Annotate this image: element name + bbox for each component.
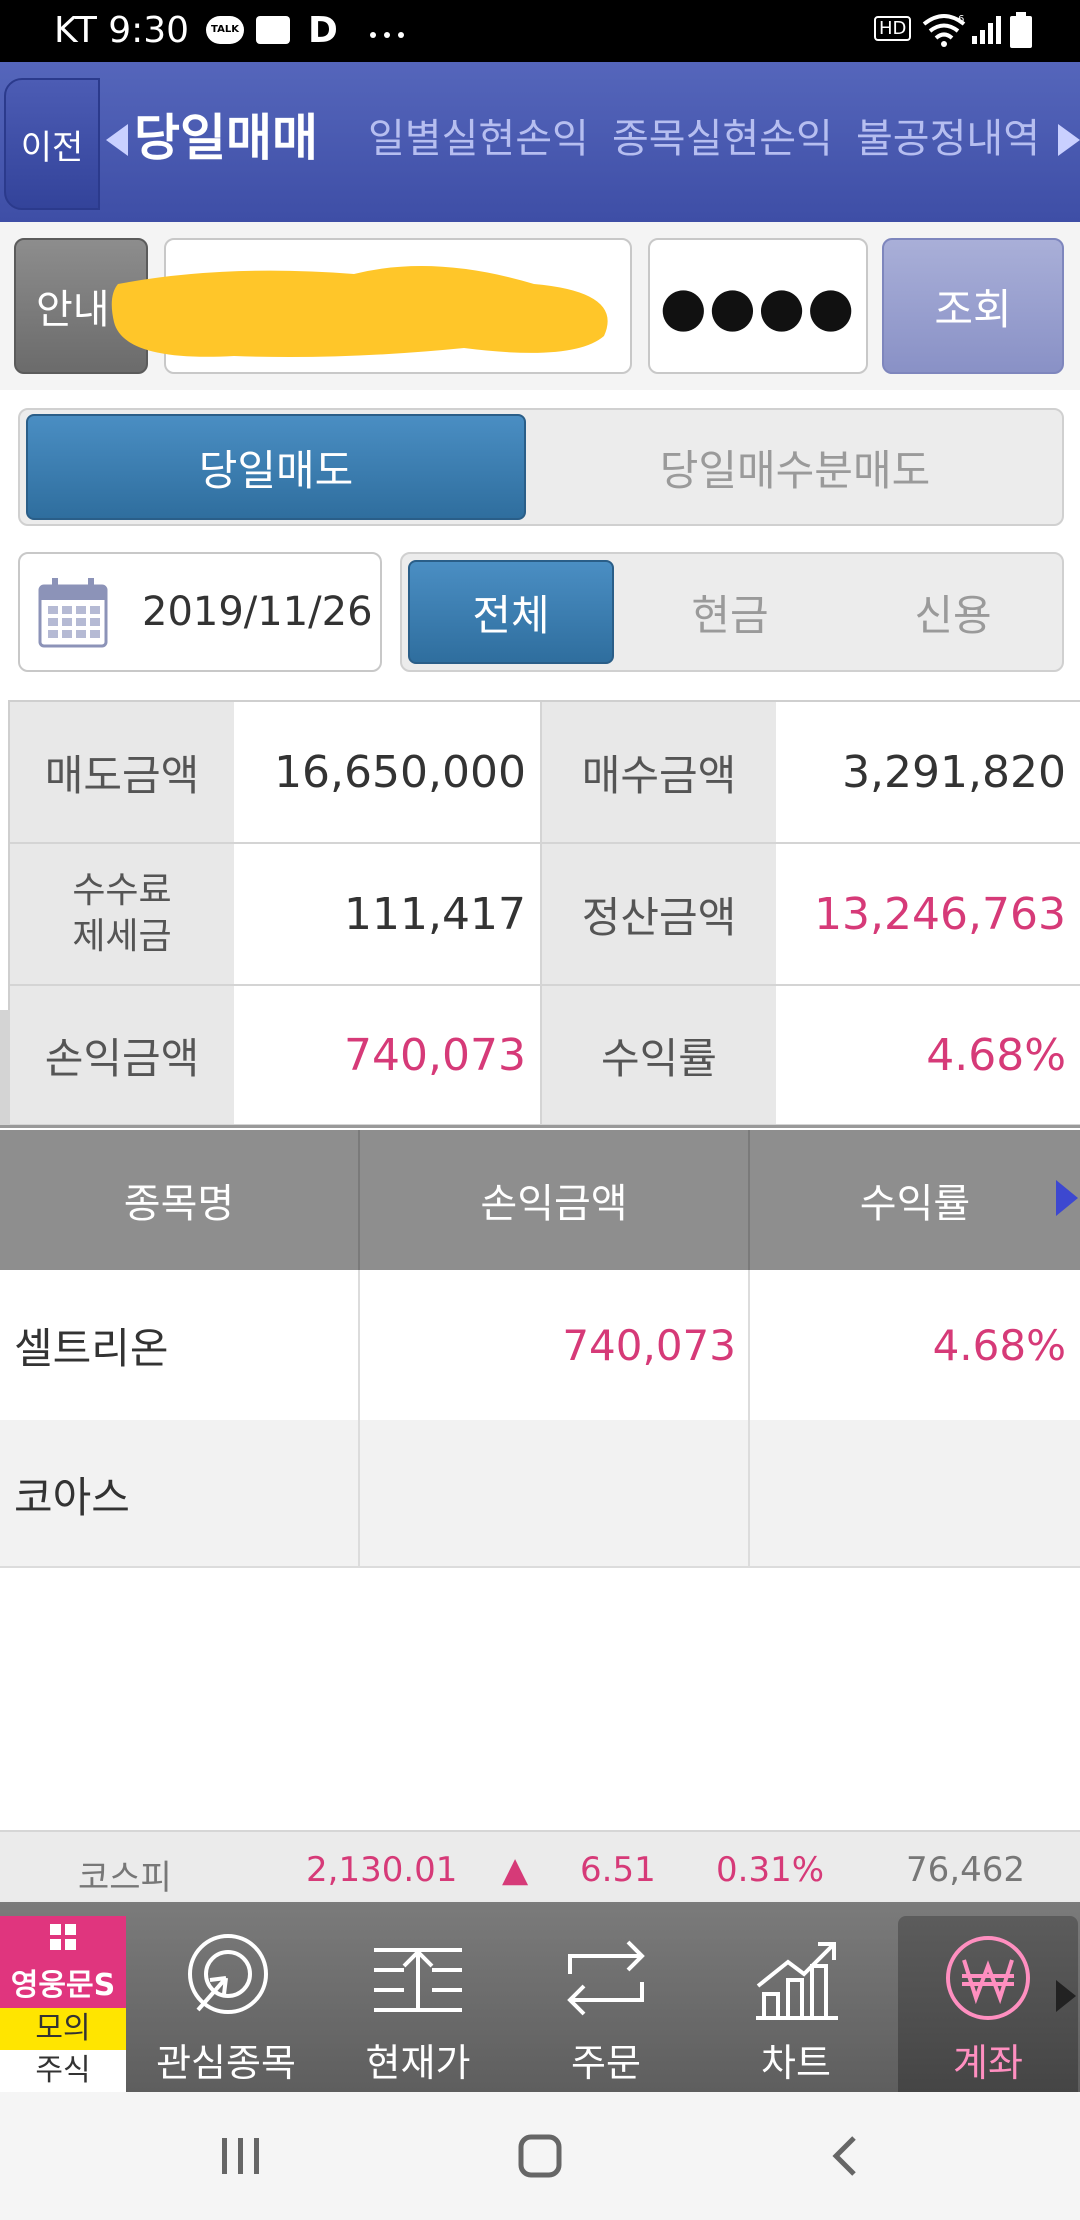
home-icon[interactable] bbox=[518, 2134, 562, 2178]
row-pnl: 740,073 bbox=[360, 1270, 750, 1420]
col-header-return-rate[interactable]: 수익률 bbox=[750, 1130, 1080, 1270]
system-nav-bar bbox=[0, 2092, 1080, 2220]
signal-icon bbox=[972, 16, 1001, 44]
tabs-scroll-left-icon[interactable] bbox=[106, 124, 128, 156]
return-rate-value: 4.68% bbox=[776, 986, 1080, 1124]
index-ticker[interactable]: 코스피 2,130.01 ▲ 6.51 0.31% 76,462 bbox=[0, 1830, 1080, 1902]
calendar-icon bbox=[38, 578, 108, 648]
nav-chart-label: 차트 bbox=[761, 2041, 831, 2085]
buy-amount-label: 매수금액 bbox=[542, 702, 776, 842]
fee-label-line2: 제세금 bbox=[72, 916, 172, 957]
row-stock-name: 코아스 bbox=[0, 1420, 360, 1568]
ticker-volume: 76,462 bbox=[906, 1850, 1025, 1890]
brand-logo: 영웅문S bbox=[0, 1916, 126, 2008]
recent-apps-icon[interactable] bbox=[220, 2136, 262, 2176]
brand-menu-button[interactable]: 영웅문S 모의 주식 bbox=[0, 1916, 126, 2092]
chart-icon bbox=[756, 1942, 838, 2020]
filter-credit-tab[interactable]: 신용 bbox=[850, 560, 1056, 664]
date-value: 2019/11/26 bbox=[142, 589, 373, 635]
back-nav-icon[interactable] bbox=[830, 2134, 860, 2178]
query-button[interactable]: 조회 bbox=[882, 238, 1064, 374]
nav-current-price[interactable]: 현재가 bbox=[328, 1902, 508, 2092]
status-bar: KT 9:30 TALK D HD 6 bbox=[0, 0, 1080, 62]
grid-menu-icon bbox=[50, 1924, 76, 1950]
battery-icon bbox=[1010, 12, 1032, 48]
nav-chart[interactable]: 차트 bbox=[706, 1902, 886, 2092]
ticker-change: 6.51 bbox=[580, 1850, 656, 1890]
redaction-marker bbox=[111, 266, 608, 357]
up-arrow-icon: ▲ bbox=[502, 1850, 529, 1890]
today-sell-tab[interactable]: 당일매도 bbox=[26, 414, 526, 520]
row-pnl bbox=[360, 1420, 750, 1568]
settlement-value: 13,246,763 bbox=[776, 844, 1080, 984]
talk-icon: TALK bbox=[206, 16, 244, 44]
watchlist-icon bbox=[188, 1934, 268, 2014]
ticker-index-name: 코스피 bbox=[78, 1858, 172, 1898]
row-stock-name: 셀트리온 bbox=[0, 1270, 360, 1420]
date-picker[interactable]: 2019/11/26 bbox=[18, 552, 382, 672]
nav-account-label: 계좌 bbox=[953, 2041, 1023, 2085]
fee-label-line1: 수수료 bbox=[72, 870, 172, 911]
mail-icon bbox=[256, 16, 290, 44]
svg-text:6: 6 bbox=[958, 14, 964, 25]
sell-amount-label: 매도금액 bbox=[10, 702, 234, 842]
tabs-scroll-right-icon[interactable] bbox=[1058, 124, 1080, 156]
sell-amount-value: 16,650,000 bbox=[234, 702, 540, 842]
pnl-label: 손익금액 bbox=[10, 986, 234, 1124]
nav-watchlist-label: 관심종목 bbox=[156, 2041, 296, 2085]
more-notifications-icon bbox=[366, 24, 408, 43]
buy-amount-value: 3,291,820 bbox=[776, 702, 1080, 842]
row-return-rate: 4.68% bbox=[932, 1320, 1066, 1370]
current-price-icon bbox=[374, 1948, 462, 2012]
nav-account[interactable]: 계좌 bbox=[898, 1916, 1078, 2092]
nav-current-price-label: 현재가 bbox=[365, 2041, 471, 2085]
nav-order[interactable]: 주문 bbox=[516, 1902, 696, 2092]
pnl-value: 740,073 bbox=[234, 986, 540, 1124]
carrier-time: KT 9:30 bbox=[54, 10, 190, 51]
return-rate-label: 수익률 bbox=[542, 986, 776, 1124]
fee-tax-value: 111,417 bbox=[234, 844, 540, 984]
nav-watchlist[interactable]: 관심종목 bbox=[136, 1902, 316, 2092]
filter-all-tab[interactable]: 전체 bbox=[408, 560, 614, 664]
account-won-icon bbox=[946, 1936, 1030, 2020]
ticker-index-value: 2,130.01 bbox=[306, 1850, 458, 1890]
ticker-change-pct: 0.31% bbox=[716, 1850, 825, 1890]
tab-today-trades[interactable]: 당일매매 bbox=[134, 98, 318, 170]
d-app-icon: D bbox=[308, 10, 338, 51]
today-buy-sell-tab[interactable]: 당일매수분매도 bbox=[530, 414, 1060, 520]
password-field[interactable]: ●●●● bbox=[648, 238, 868, 374]
col-header-stock-name[interactable]: 종목명 bbox=[0, 1130, 360, 1270]
mock-label-1: 모의 bbox=[0, 2008, 126, 2050]
table-scroll-right-icon[interactable] bbox=[1056, 1180, 1078, 1216]
nav-scroll-right-icon[interactable] bbox=[1056, 1980, 1076, 2012]
password-mask: ●●●● bbox=[659, 274, 857, 338]
order-icon bbox=[567, 1940, 645, 2016]
tab-daily-realized-pnl[interactable]: 일별실현손익 bbox=[368, 106, 589, 164]
tab-unfair-history[interactable]: 불공정내역 bbox=[856, 106, 1040, 164]
back-button[interactable]: 이전 bbox=[4, 78, 100, 210]
left-edge-shadow bbox=[0, 700, 10, 1010]
filter-cash-tab[interactable]: 현금 bbox=[630, 560, 830, 664]
fee-tax-label: 수수료 제세금 bbox=[10, 844, 234, 984]
row-return-rate bbox=[750, 1420, 1080, 1568]
nav-order-label: 주문 bbox=[571, 2041, 641, 2085]
tab-stock-realized-pnl[interactable]: 종목실현손익 bbox=[612, 106, 833, 164]
mock-label-2: 주식 bbox=[35, 2053, 91, 2088]
wifi-icon: 6 bbox=[922, 14, 966, 47]
settlement-label: 정산금액 bbox=[542, 844, 776, 984]
brand-logo-text: 영웅문S bbox=[10, 1968, 116, 2003]
col-header-pnl[interactable]: 손익금액 bbox=[360, 1130, 750, 1270]
hd-icon: HD bbox=[874, 16, 912, 41]
